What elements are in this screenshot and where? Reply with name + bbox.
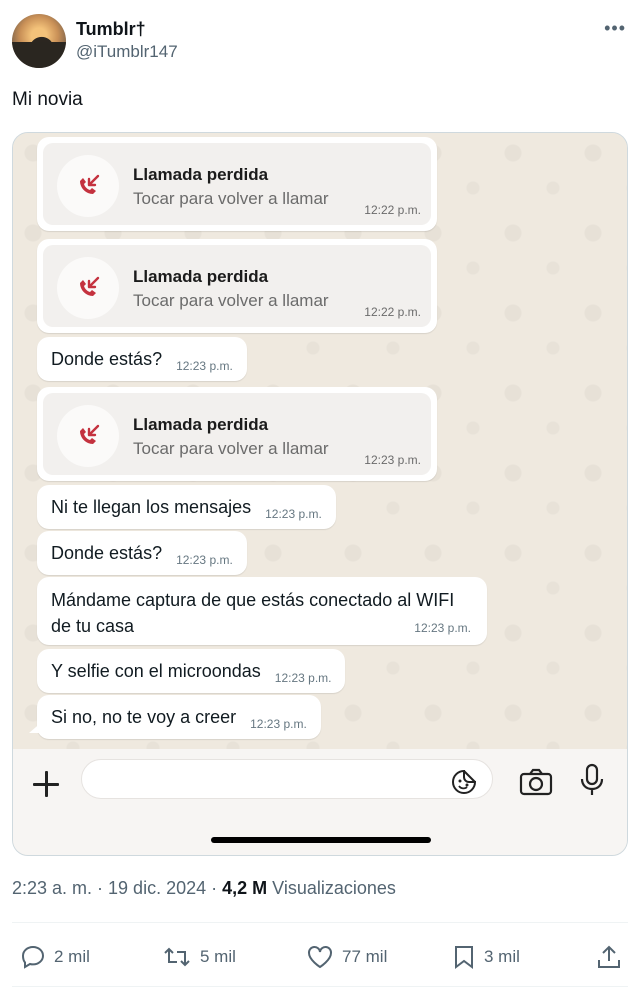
message-text: Y selfie con el microondas (51, 660, 261, 681)
missed-call-bubble[interactable]: Llamada perdida Tocar para volver a llam… (37, 387, 437, 481)
message-time: 12:23 p.m. (176, 553, 233, 567)
message-time: 12:23 p.m. (250, 717, 307, 731)
views-count: 4,2 M (222, 878, 268, 898)
message-time: 12:23 p.m. (274, 671, 332, 685)
message-time: 12:23 p.m. (265, 507, 322, 521)
chat-message[interactable]: Y selfie con el microondas 12:23 p.m. (37, 649, 346, 693)
message-text: Donde estás? (51, 542, 163, 563)
chat-input-bar (13, 749, 627, 855)
chat-background: Llamada perdida Tocar para volver a llam… (13, 133, 627, 749)
message-text: Donde estás? (51, 348, 163, 369)
message-text: Mándame captura de que estás conectado a… (51, 590, 455, 636)
missed-call-card: Llamada perdida Tocar para volver a llam… (43, 393, 431, 475)
reply-icon (21, 945, 45, 969)
missed-call-icon (57, 155, 119, 217)
chat-message[interactable]: Si no, no te voy a creer 12:23 p.m. (37, 695, 321, 739)
message-time: 12:23 p.m. (414, 621, 471, 635)
call-subtitle: Tocar para volver a llamar (133, 439, 329, 458)
missed-call-bubble[interactable]: Llamada perdida Tocar para volver a llam… (37, 239, 437, 333)
message-text: Si no, no te voy a creer (51, 706, 237, 727)
chat-message[interactable]: Ni te llegan los mensajes 12:23 p.m. (37, 485, 336, 529)
call-title: Llamada perdida (133, 415, 269, 434)
author-handle[interactable]: @iTumblr147 (76, 40, 178, 64)
share-button[interactable] (596, 944, 630, 970)
heart-icon (308, 946, 332, 969)
call-subtitle: Tocar para volver a llamar (133, 189, 329, 208)
missed-call-icon (57, 405, 119, 467)
message-text: Ni te llegan los mensajes (51, 496, 252, 517)
missed-call-icon (57, 257, 119, 319)
author-info[interactable]: Tumblr† @iTumblr147 (76, 18, 178, 64)
missed-call-card: Llamada perdida Tocar para volver a llam… (43, 245, 431, 327)
share-icon (598, 945, 620, 968)
bookmark-count: 3 mil (484, 947, 520, 966)
divider (12, 986, 628, 987)
chat-message[interactable]: Mándame captura de que estás conectado a… (37, 577, 487, 645)
camera-icon[interactable] (519, 767, 553, 797)
tweet-timestamp[interactable]: 2:23 a. m. · 19 dic. 2024 · (12, 878, 222, 898)
tweet-actions: 2 mil 5 mil 77 mil 3 mil (12, 936, 628, 976)
microphone-icon[interactable] (579, 763, 605, 797)
more-options-icon[interactable]: ••• (604, 18, 626, 39)
repost-icon (164, 947, 190, 967)
views-label: Visualizaciones (267, 878, 396, 898)
reply-count: 2 mil (54, 947, 90, 966)
repost-count: 5 mil (200, 947, 236, 966)
bookmark-icon (455, 946, 473, 969)
repost-button[interactable]: 5 mil (162, 944, 236, 970)
like-count: 77 mil (342, 947, 388, 966)
message-time: 12:23 p.m. (176, 359, 233, 373)
message-input[interactable] (81, 759, 493, 799)
call-time: 12:22 p.m. (364, 305, 421, 319)
call-title: Llamada perdida (133, 267, 269, 286)
call-time: 12:23 p.m. (364, 453, 421, 467)
missed-call-bubble[interactable]: Llamada perdida Tocar para volver a llam… (37, 137, 437, 231)
author-name[interactable]: Tumblr† (76, 18, 178, 40)
call-title: Llamada perdida (133, 165, 269, 184)
plus-icon[interactable] (31, 769, 61, 799)
reply-button[interactable]: 2 mil (20, 944, 90, 970)
chat-message[interactable]: Donde estás? 12:23 p.m. (37, 337, 247, 381)
bubble-tail (29, 721, 43, 733)
tweet-text: Mi novia (12, 89, 83, 110)
divider (12, 922, 628, 923)
avatar[interactable] (12, 14, 66, 68)
tweet-header: Tumblr† @iTumblr147 ••• (12, 14, 628, 70)
tweet-meta: 2:23 a. m. · 19 dic. 2024 · 4,2 M Visual… (12, 878, 396, 899)
sticker-icon[interactable] (451, 769, 477, 795)
like-button[interactable]: 77 mil (306, 944, 387, 970)
tweet-media[interactable]: Llamada perdida Tocar para volver a llam… (12, 132, 628, 856)
call-subtitle: Tocar para volver a llamar (133, 291, 329, 310)
bookmark-button[interactable]: 3 mil (452, 944, 520, 970)
missed-call-card: Llamada perdida Tocar para volver a llam… (43, 143, 431, 225)
chat-message[interactable]: Donde estás? 12:23 p.m. (37, 531, 247, 575)
home-indicator (211, 837, 431, 843)
call-time: 12:22 p.m. (364, 203, 421, 217)
